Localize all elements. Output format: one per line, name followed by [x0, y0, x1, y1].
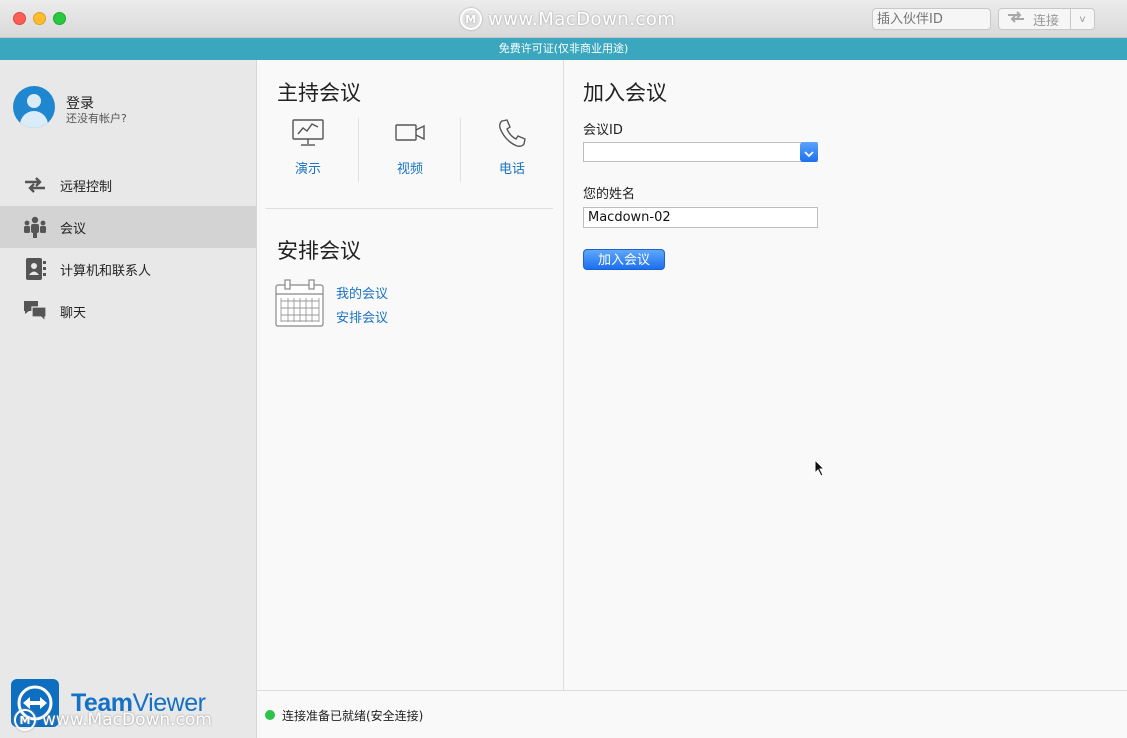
connect-dropdown-button[interactable]: v [1071, 14, 1094, 25]
divider [266, 208, 553, 209]
sidebar-item-computers-contacts[interactable]: 计算机和联系人 [0, 248, 256, 290]
partner-id-input[interactable] [872, 8, 991, 30]
chevron-down-icon [804, 143, 814, 162]
arrows-icon [1007, 11, 1025, 27]
host-presentation-button[interactable]: 演示 [257, 118, 359, 184]
status-bar: 连接准备已就绪(安全连接) [257, 690, 1127, 738]
title-bar: M www.MacDown.com 连接 v [0, 0, 1127, 38]
host-item-label: 演示 [294, 162, 321, 177]
join-meeting-title: 加入会议 [583, 81, 667, 105]
host-item-label: 视频 [396, 162, 423, 177]
join-meeting-panel: 加入会议 会议ID 您的姓名 加入会议 [564, 60, 1127, 690]
close-window-button[interactable] [13, 12, 26, 25]
meeting-id-dropdown-button[interactable] [800, 142, 818, 162]
chat-icon [23, 299, 47, 323]
watermark-logo-icon: M [14, 709, 36, 731]
phone-icon [495, 118, 529, 152]
join-meeting-button[interactable]: 加入会议 [583, 249, 665, 270]
maximize-window-button[interactable] [53, 12, 66, 25]
host-item-label: 电话 [498, 162, 525, 177]
connect-main-button[interactable]: 连接 [999, 9, 1071, 29]
sidebar: 登录 还没有帐户? 远程控制 会议 计算机和联系人 聊天 TeamViewer … [0, 60, 257, 738]
contacts-icon [23, 257, 47, 281]
sidebar-item-label: 计算机和联系人 [60, 263, 152, 279]
presentation-icon [291, 118, 325, 152]
meeting-id-label: 会议ID [583, 123, 623, 138]
status-text: 连接准备已就绪(安全连接) [282, 709, 424, 723]
sidebar-item-label: 会议 [60, 221, 87, 237]
sidebar-item-meeting[interactable]: 会议 [0, 206, 256, 248]
watermark: M www.MacDown.com [14, 709, 212, 731]
your-name-label: 您的姓名 [583, 187, 636, 202]
arrows-icon [23, 173, 47, 197]
signup-link[interactable]: 还没有帐户? [66, 110, 127, 126]
schedule-meeting-title: 安排会议 [277, 239, 361, 263]
mouse-cursor-icon [814, 458, 826, 481]
watermark-text: www.MacDown.com [488, 8, 676, 30]
connect-label: 连接 [1033, 13, 1060, 29]
video-camera-icon [393, 118, 427, 152]
host-options: 演示 视频 电话 [257, 118, 564, 184]
people-icon [23, 215, 47, 239]
watermark-logo-icon: M [460, 8, 482, 30]
meeting-host-panel: 主持会议 演示 视频 电话 安排会议 我的会议 安排会议 [257, 60, 564, 690]
sidebar-item-label: 聊天 [60, 305, 87, 321]
sidebar-nav: 远程控制 会议 计算机和联系人 聊天 [0, 164, 256, 332]
sidebar-item-label: 远程控制 [60, 179, 113, 195]
avatar[interactable] [13, 86, 55, 128]
license-banner: 免费许可证(仅非商业用途) [0, 38, 1127, 60]
my-meetings-link[interactable]: 我的会议 [336, 283, 388, 302]
sidebar-item-chat[interactable]: 聊天 [0, 290, 256, 332]
watermark: M www.MacDown.com [460, 7, 675, 31]
minimize-window-button[interactable] [33, 12, 46, 25]
watermark-text: www.MacDown.com [42, 710, 212, 730]
host-phone-button[interactable]: 电话 [461, 118, 563, 184]
your-name-input[interactable] [583, 207, 818, 228]
status-indicator-icon [265, 710, 275, 720]
connect-button[interactable]: 连接 v [998, 8, 1095, 30]
sidebar-item-remote-control[interactable]: 远程控制 [0, 164, 256, 206]
calendar-icon [275, 279, 325, 332]
meeting-id-combobox[interactable] [583, 142, 818, 162]
host-meeting-title: 主持会议 [277, 81, 361, 105]
schedule-meeting-link[interactable]: 安排会议 [336, 307, 388, 326]
host-video-button[interactable]: 视频 [359, 118, 461, 184]
